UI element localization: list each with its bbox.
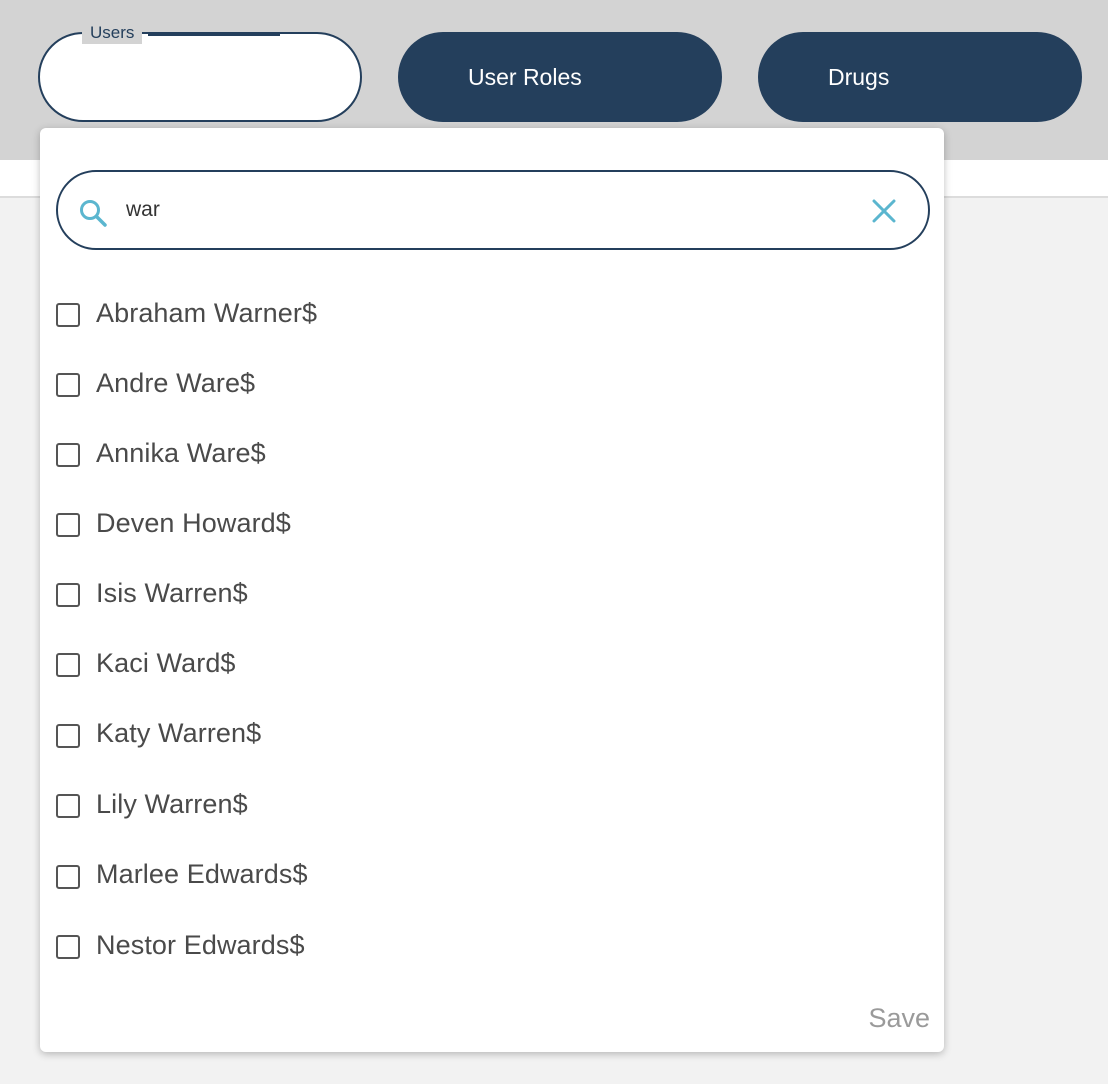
search-input[interactable] [126, 190, 846, 230]
users-field-indicator [148, 32, 280, 36]
checkbox[interactable] [56, 583, 80, 607]
users-dropdown: Abraham Warner$ Andre Ware$ Annika Ware$… [40, 128, 944, 1052]
close-icon[interactable] [870, 197, 898, 225]
users-field-label: Users [82, 22, 143, 44]
option-label: Nestor Edwards$ [96, 929, 305, 960]
option-label: Andre Ware$ [96, 367, 256, 398]
list-item[interactable]: Katy Warren$ [56, 699, 916, 770]
option-label: Kaci Ward$ [96, 647, 236, 678]
option-label: Katy Warren$ [96, 718, 262, 749]
checkbox[interactable] [56, 373, 80, 397]
search-icon [80, 200, 107, 227]
option-label: Lily Warren$ [96, 788, 248, 819]
list-item[interactable]: Isis Warren$ [56, 558, 916, 628]
option-label: Annika Ware$ [96, 437, 266, 468]
save-button[interactable]: Save [868, 1003, 930, 1034]
option-label: Abraham Warner$ [96, 297, 318, 328]
list-item[interactable]: Nestor Edwards$ [56, 910, 916, 981]
user-option-list: Abraham Warner$ Andre Ware$ Annika Ware$… [56, 278, 916, 981]
checkbox[interactable] [56, 513, 80, 537]
search-box [56, 170, 930, 250]
option-label: Deven Howard$ [96, 507, 291, 538]
list-item[interactable]: Annika Ware$ [56, 418, 916, 488]
drugs-button[interactable]: Drugs [758, 32, 1082, 122]
checkbox[interactable] [56, 794, 80, 819]
list-item[interactable]: Abraham Warner$ [56, 278, 916, 348]
list-item[interactable]: Kaci Ward$ [56, 628, 916, 699]
list-item[interactable]: Lily Warren$ [56, 769, 916, 840]
checkbox[interactable] [56, 303, 80, 327]
option-label: Isis Warren$ [96, 577, 248, 608]
list-item[interactable]: Marlee Edwards$ [56, 840, 916, 911]
option-label: Marlee Edwards$ [96, 859, 308, 890]
users-filter-field[interactable]: Users [38, 22, 362, 122]
list-item[interactable]: Andre Ware$ [56, 348, 916, 418]
checkbox[interactable] [56, 935, 80, 960]
checkbox[interactable] [56, 864, 80, 889]
user-roles-button[interactable]: User Roles [398, 32, 722, 122]
checkbox[interactable] [56, 723, 80, 748]
checkbox[interactable] [56, 443, 80, 467]
list-item[interactable]: Deven Howard$ [56, 488, 916, 558]
checkbox[interactable] [56, 653, 80, 678]
